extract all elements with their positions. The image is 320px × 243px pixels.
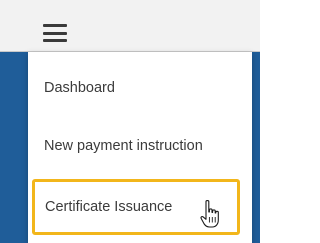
hamburger-line	[43, 31, 67, 35]
menu-item-label: Dashboard	[44, 80, 115, 96]
menu-item-label: New payment instruction	[44, 138, 203, 154]
menu-item-label: Certificate Issuance	[45, 199, 173, 215]
hamburger-line	[43, 39, 67, 42]
hamburger-menu-icon[interactable]	[43, 24, 67, 42]
background-panel-left	[0, 52, 28, 243]
background-panel-right	[252, 52, 260, 243]
menu-item-new-payment-instruction[interactable]: New payment instruction	[28, 118, 252, 174]
screenshot-frame: Dashboard New payment instruction Certif…	[0, 0, 260, 243]
hand-pointer-cursor-icon	[200, 199, 219, 228]
menu-item-dashboard[interactable]: Dashboard	[28, 60, 252, 116]
top-bar	[0, 0, 260, 52]
hamburger-line	[43, 24, 67, 27]
